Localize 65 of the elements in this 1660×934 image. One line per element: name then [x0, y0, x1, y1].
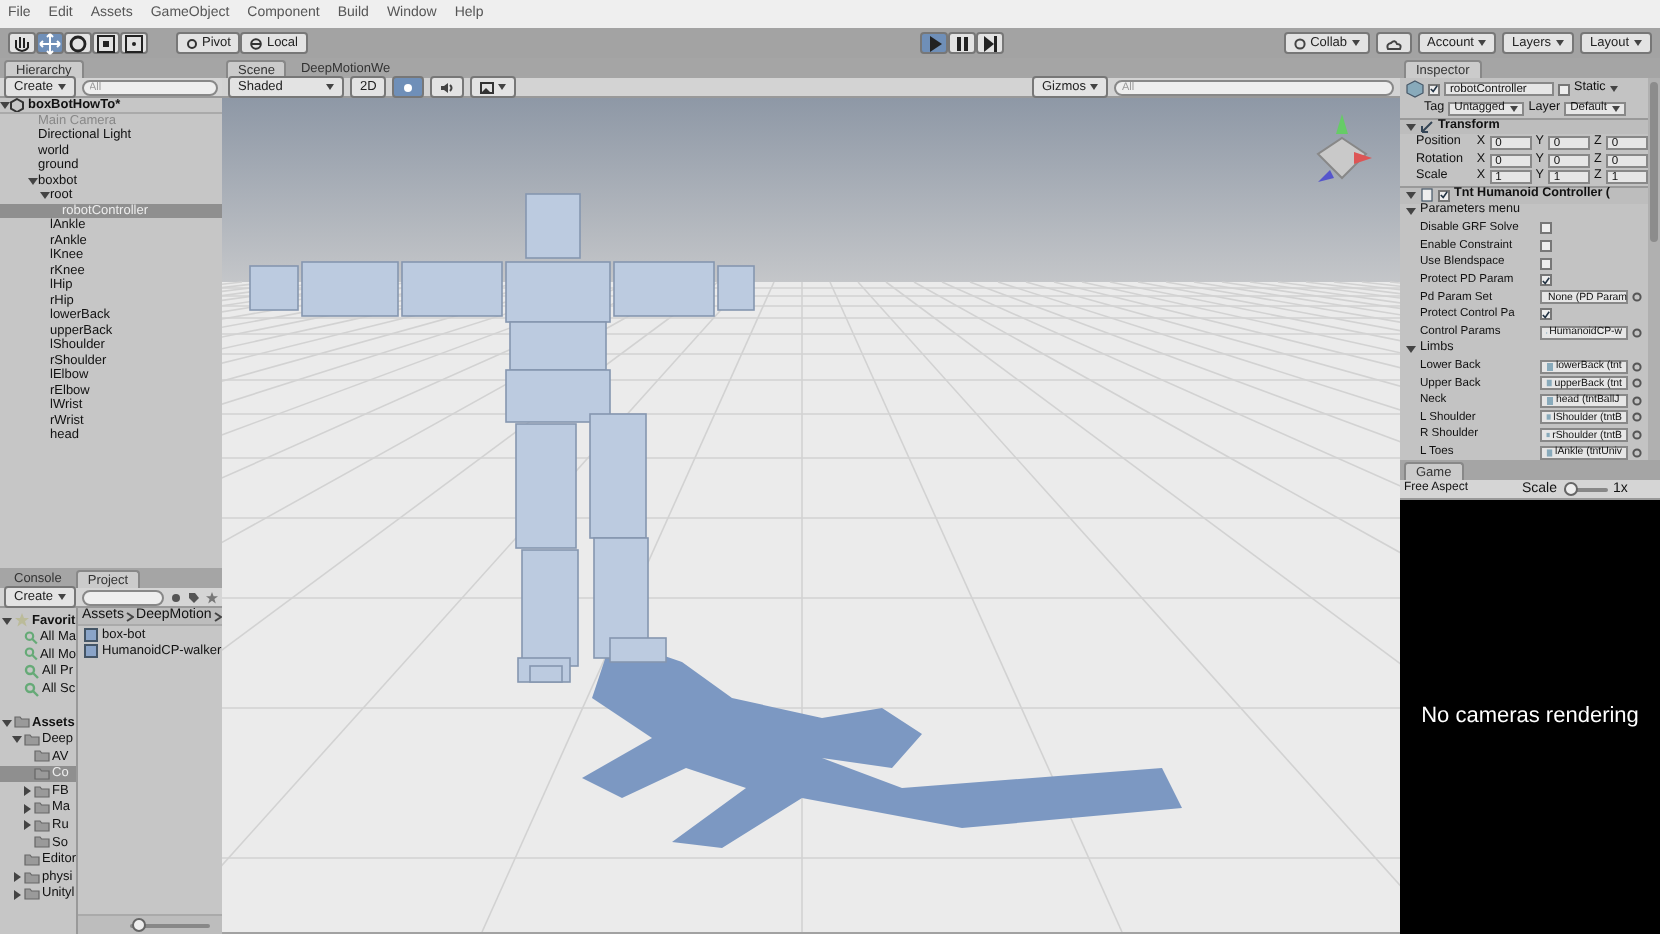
object-picker-icon[interactable] [1632, 292, 1642, 303]
unity-scene-icon [10, 98, 24, 112]
object-picker-icon[interactable] [1632, 327, 1642, 338]
rotate-tool-button[interactable] [64, 32, 92, 54]
checkmark-icon [1542, 275, 1550, 286]
caret-icon [1612, 105, 1621, 112]
caret-icon [326, 84, 334, 90]
checkbox[interactable] [1540, 240, 1552, 253]
speaker-icon [440, 81, 455, 93]
caret-icon [1351, 40, 1359, 46]
caret-icon [498, 84, 507, 90]
rect-tool-button[interactable] [120, 32, 148, 54]
enabled-checkbox[interactable] [1438, 189, 1450, 202]
expanded-arrow-icon[interactable] [1406, 344, 1416, 355]
expanded-arrow-icon[interactable] [2, 615, 12, 626]
checkmark-icon [1430, 84, 1438, 94]
hand-tool-button[interactable] [8, 32, 36, 54]
chevron-icon [213, 611, 222, 621]
image-icon [480, 81, 495, 93]
script-icon [1420, 188, 1434, 203]
slider-thumb[interactable] [1563, 481, 1578, 495]
caret-icon [1634, 40, 1642, 46]
transform-icon [1420, 119, 1434, 134]
pause-button[interactable] [947, 32, 976, 54]
caret-icon [57, 84, 66, 90]
filter-icon[interactable] [170, 591, 182, 603]
scrollbar[interactable] [1648, 78, 1660, 460]
expanded-arrow-icon[interactable] [1406, 121, 1416, 132]
rect-icon [122, 31, 146, 55]
globe-icon [250, 37, 263, 49]
caret-icon [1556, 40, 1564, 46]
caret-icon [1090, 84, 1098, 90]
effects-dropdown[interactable] [470, 76, 517, 98]
caret-icon [57, 594, 66, 600]
hand-icon [10, 31, 34, 55]
chevron-icon [126, 611, 135, 621]
cloud-button[interactable] [1375, 32, 1411, 54]
checkbox[interactable] [1540, 274, 1552, 287]
scale-tool-button[interactable] [92, 32, 120, 54]
lighting-toggle[interactable] [392, 76, 425, 98]
caret-icon [1510, 105, 1519, 112]
checkbox[interactable] [1540, 222, 1552, 235]
step-button[interactable] [975, 32, 1004, 54]
star-icon [14, 612, 30, 629]
star-icon[interactable] [206, 591, 218, 603]
caret-icon [1609, 86, 1618, 92]
slider-thumb[interactable] [132, 917, 146, 931]
move-icon [38, 31, 62, 55]
status-message: No cameras rendering [1421, 704, 1639, 730]
rotate-icon [66, 31, 90, 55]
move-tool-button[interactable] [36, 32, 64, 54]
checkmark-icon [1440, 190, 1448, 201]
sun-icon [402, 81, 415, 93]
checkmark-icon [1542, 309, 1550, 320]
scale-icon [94, 31, 118, 55]
active-checkbox[interactable] [1428, 83, 1440, 95]
pivot-icon [186, 37, 198, 49]
caret-icon [1478, 40, 1486, 46]
expanded-arrow-icon[interactable] [0, 99, 10, 110]
search-field[interactable] [81, 589, 164, 605]
audio-toggle[interactable] [430, 76, 465, 98]
checkbox[interactable] [1540, 257, 1552, 270]
play-button[interactable] [919, 32, 948, 54]
static-checkbox[interactable] [1558, 83, 1570, 95]
checkbox[interactable] [1540, 308, 1552, 321]
